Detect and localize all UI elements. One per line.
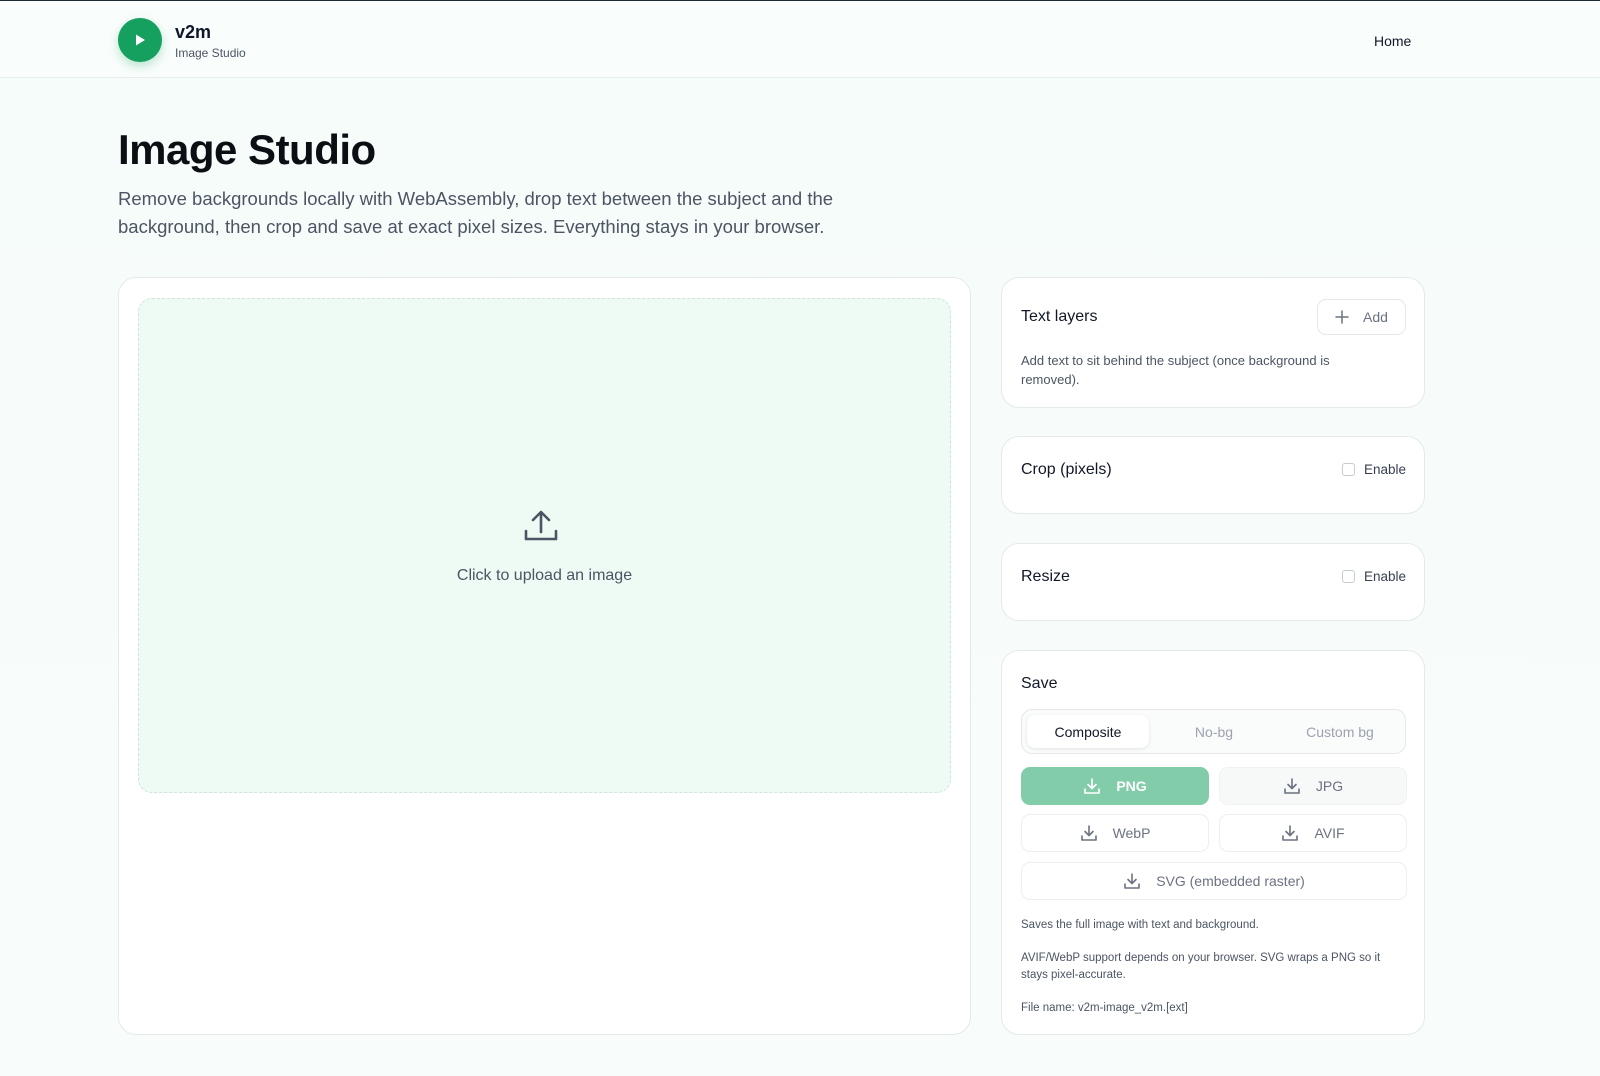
nav-home-link[interactable]: Home xyxy=(1374,33,1411,49)
jpg-label: JPG xyxy=(1315,778,1344,794)
download-jpg-button[interactable]: JPG xyxy=(1219,767,1407,805)
resize-panel: Resize Enable xyxy=(1001,543,1425,621)
format-support-note: AVIF/WebP support depends on your browse… xyxy=(1021,952,1381,981)
upload-icon xyxy=(524,510,558,541)
save-mode-note: Saves the full image with text and backg… xyxy=(1021,919,1259,931)
crop-enable-toggle[interactable]: Enable xyxy=(1341,462,1406,477)
logo[interactable] xyxy=(118,18,162,62)
download-avif-button[interactable]: AVIF xyxy=(1219,814,1407,852)
download-png-button[interactable]: PNG xyxy=(1021,767,1209,805)
site-header: v2m Image Studio Home xyxy=(0,1,1600,78)
download-svg-button[interactable]: SVG (embedded raster) xyxy=(1021,862,1407,900)
save-mode-composite[interactable]: Composite xyxy=(1027,715,1149,748)
resize-title: Resize xyxy=(1021,568,1070,585)
crop-panel: Crop (pixels) Enable xyxy=(1001,436,1425,514)
download-icon xyxy=(1124,873,1140,889)
save-mode-custom-bg[interactable]: Custom bg xyxy=(1279,715,1401,748)
page-description: Remove backgrounds locally with WebAssem… xyxy=(118,188,834,237)
crop-enable-label: Enable xyxy=(1363,462,1406,477)
crop-title: Crop (pixels) xyxy=(1021,461,1112,478)
download-webp-button[interactable]: WebP xyxy=(1021,814,1209,852)
save-panel: Save Composite No-bg Custom bg PNG JPG W… xyxy=(1001,650,1425,1035)
avif-label: AVIF xyxy=(1314,825,1345,841)
resize-enable-label: Enable xyxy=(1363,569,1406,584)
download-icon xyxy=(1282,825,1299,841)
text-layers-title: Text layers xyxy=(1021,308,1098,325)
save-title: Save xyxy=(1021,675,1058,692)
add-button-label: Add xyxy=(1363,309,1388,325)
resize-enable-toggle[interactable]: Enable xyxy=(1341,569,1406,584)
text-layers-panel: Text layers Add Add text to sit behind t… xyxy=(1001,277,1425,408)
upload-label: Click to upload an image xyxy=(456,567,633,584)
text-layers-hint: Add text to sit behind the subject (once… xyxy=(1021,353,1330,387)
download-icon xyxy=(1284,778,1300,794)
upload-dropzone[interactable]: Click to upload an image xyxy=(138,298,951,793)
add-text-layer-button[interactable]: Add xyxy=(1317,299,1406,335)
resize-enable-checkbox[interactable] xyxy=(1341,570,1355,583)
crop-enable-checkbox[interactable] xyxy=(1341,463,1355,476)
png-label: PNG xyxy=(1116,778,1147,794)
upload-card: Click to upload an image xyxy=(118,277,971,1035)
download-icon xyxy=(1084,778,1101,794)
svg-label: SVG (embedded raster) xyxy=(1156,873,1305,889)
brand-name: v2m xyxy=(175,22,212,42)
download-icon xyxy=(1080,825,1097,841)
play-icon xyxy=(136,34,145,46)
plus-icon xyxy=(1335,310,1349,324)
save-mode-no-bg[interactable]: No-bg xyxy=(1153,715,1275,748)
file-name-note: File name: v2m-image_v2m.[ext] xyxy=(1021,1002,1188,1014)
webp-label: WebP xyxy=(1112,825,1151,841)
brand-subtitle: Image Studio xyxy=(175,46,246,60)
page-title: Image Studio xyxy=(118,126,376,173)
save-mode-selector: Composite No-bg Custom bg xyxy=(1021,709,1406,754)
